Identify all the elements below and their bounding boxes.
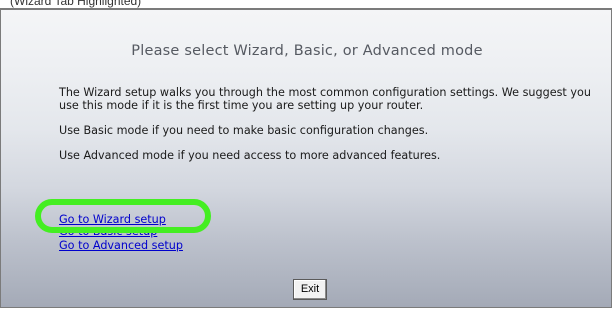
advanced-setup-link[interactable]: Go to Advanced setup [59,238,183,254]
basic-description: Use Basic mode if you need to make basic… [59,124,429,137]
wizard-highlight-oval [35,199,211,233]
exit-button[interactable]: Exit [293,279,327,300]
page-title: Please select Wizard, Basic, or Advanced… [131,43,483,59]
figure-caption: (Wizard Tab Highlighted) [10,0,142,8]
description-text: The Wizard setup walks you through the m… [59,86,599,174]
mode-selection-panel: Please select Wizard, Basic, or Advanced… [0,8,612,308]
advanced-description: Use Advanced mode if you need access to … [59,149,441,162]
wizard-description: The Wizard setup walks you through the m… [59,86,591,112]
